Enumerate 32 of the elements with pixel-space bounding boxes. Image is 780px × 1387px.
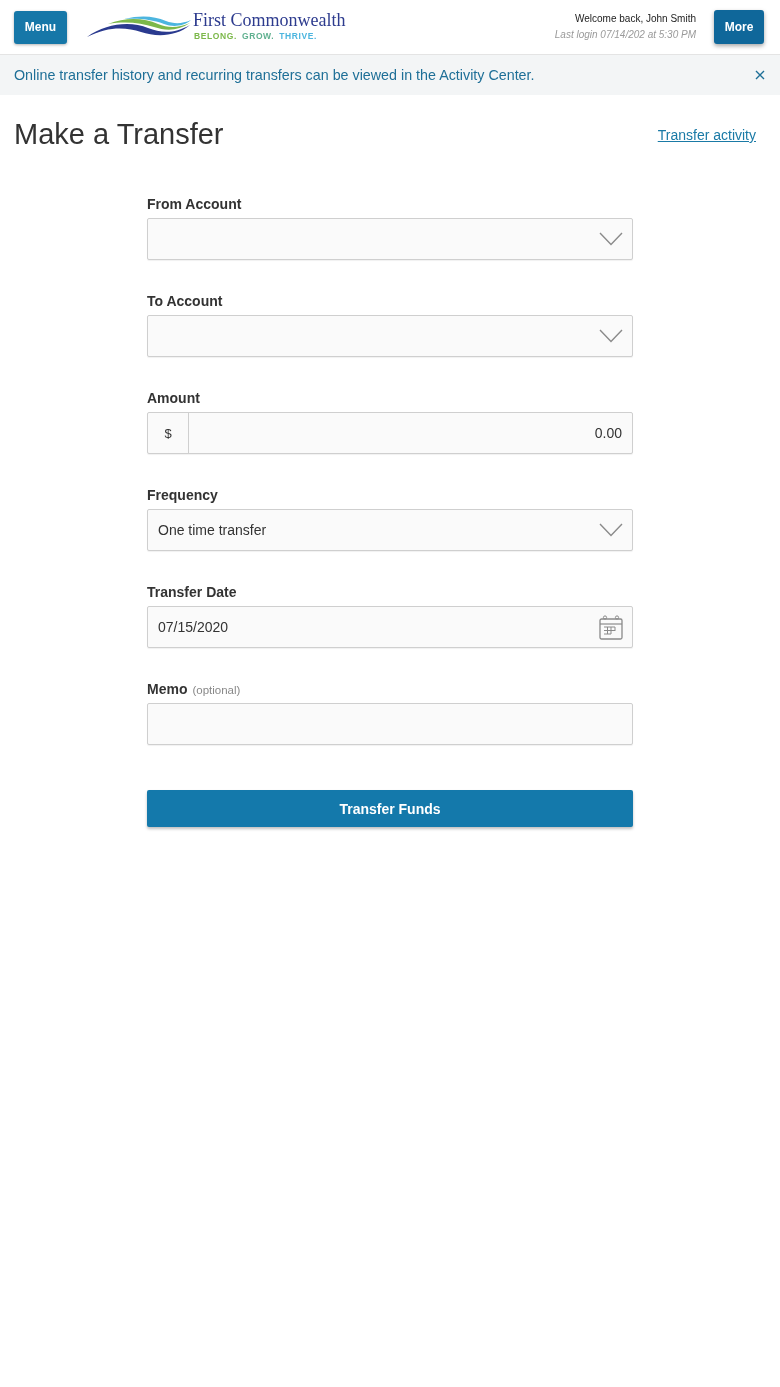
field-label: To Account [147,292,223,310]
transfer-activity-link[interactable]: Transfer activity [657,127,756,143]
calendar-icon[interactable] [599,614,623,640]
page-title: Make a Transfer [14,117,224,152]
tagline-word: THRIVE. [279,31,317,41]
date-field[interactable]: 07/15/2020 [147,606,633,648]
chevron-down-icon [599,232,623,246]
field-label: Frequency [147,486,218,504]
close-icon[interactable] [755,70,765,80]
currency-prefix: $ [148,413,189,453]
last-login-text: Last login 07/14/202 at 5:30 PM [554,29,696,41]
welcome-text: Welcome back, John Smith [574,13,696,25]
amount-field[interactable]: $ 0.00 [147,412,633,454]
chevron-down-icon [599,329,623,343]
menu-button[interactable]: Menu [14,10,67,44]
memo-field[interactable] [147,703,633,745]
optional-note: (optional) [192,684,241,696]
field-label: From Account [147,195,242,213]
field-label: Amount [147,389,200,407]
more-button[interactable]: More [714,10,764,44]
tagline-word: GROW. [241,31,275,41]
notice-text: Online transfer history and recurring transfers can be viewed in the Activity Center. [14,67,535,83]
select-field[interactable]: One time transfer [147,509,633,551]
tagline-word: BELONG. [194,31,237,41]
field-label: Transfer Date [147,583,237,601]
chevron-down-icon [599,523,623,537]
transfer-funds-button[interactable]: Transfer Funds [147,790,633,827]
select-field[interactable] [147,315,633,357]
field-label: Memo [147,680,188,698]
select-field[interactable] [147,218,633,260]
brand-name: First Commonwealth [193,11,346,30]
wave-logo-icon [86,15,192,39]
